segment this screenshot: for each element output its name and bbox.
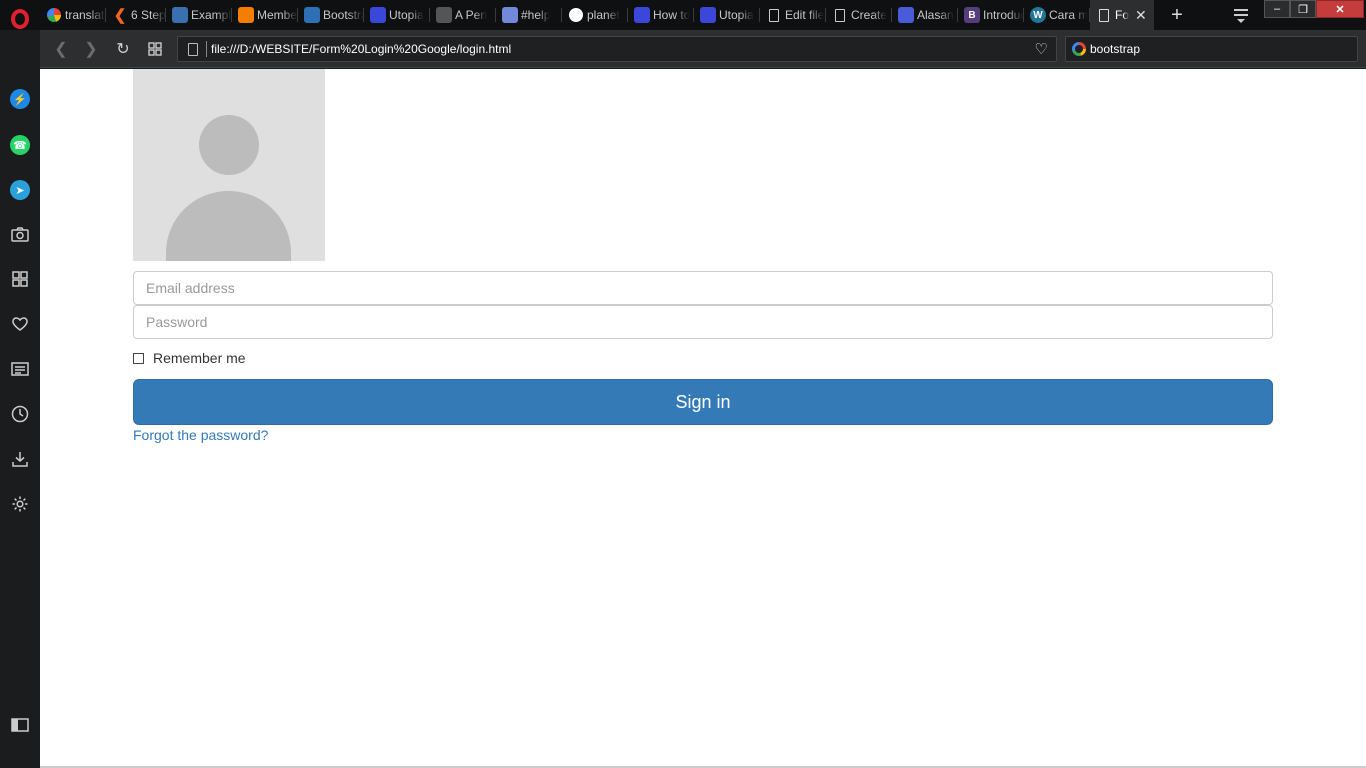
tab-label: Utopia [719,8,754,22]
tab-label: planet [587,8,620,22]
email-field[interactable] [133,271,1273,305]
new-tab-button[interactable]: + [1168,5,1186,25]
tab-menu-icon[interactable] [1234,9,1248,23]
cursor-caret [206,41,207,57]
close-window-button[interactable]: ✕ [1316,0,1364,18]
minimize-button[interactable]: – [1264,0,1290,18]
tab-label: Cara m [1049,8,1089,22]
telegram-icon[interactable]: ➤ [9,179,31,201]
address-toolbar: ❮ ❯ ↻ file:///D:/WEBSITE/Form%20Login%20… [40,30,1366,68]
google-icon [1072,42,1086,56]
tab-4[interactable]: Bootstrap [298,0,364,30]
bootstrap-b-icon: B [964,7,980,23]
codepen-icon [436,7,452,23]
utopia-icon [370,7,386,23]
messenger-icon[interactable]: ⚡ [9,88,31,110]
reload-button[interactable]: ↻ [112,38,134,60]
tab-label: Fo [1115,8,1130,22]
opera-menu-button[interactable] [0,0,40,38]
whatsapp-icon[interactable]: ☎ [9,134,31,156]
heart-icon[interactable] [9,313,31,335]
sidebar-toggle-icon[interactable] [9,714,31,736]
tab-10[interactable]: Utopia [694,0,760,30]
utopia-icon [700,7,716,23]
news-icon[interactable] [9,358,31,380]
page-icon [832,7,848,23]
forgot-password-link[interactable]: Forgot the password? [133,427,268,443]
tab-3[interactable]: Member [232,0,298,30]
tab-label: Bootstrap [323,8,364,22]
tab-8[interactable]: planet [562,0,628,30]
tab-label: Example [191,8,232,22]
address-bar[interactable]: file:///D:/WEBSITE/Form%20Login%20Google… [177,36,1057,62]
back-button[interactable]: ❮ [50,38,72,60]
tab-label: #help [521,8,551,22]
tab-strip: translate ❮ 6 Steps Example Member Bootstrap U… [0,0,1366,30]
tab-label: Edit file [785,8,825,22]
tab-15[interactable]: W Cara m [1024,0,1090,30]
tab-5[interactable]: Utopia [364,0,430,30]
sidebar: ⚡ ☎ ➤ [0,38,40,768]
remember-checkbox[interactable] [133,352,144,364]
blogger-icon [238,7,254,23]
tab-11[interactable]: Edit file [760,0,826,30]
remember-me[interactable]: Remember me [133,350,246,366]
tab-12[interactable]: Create [826,0,892,30]
password-field[interactable] [133,305,1273,339]
tab-label: 6 Steps [131,8,166,22]
tab-2[interactable]: Example [166,0,232,30]
tab-label: Member [257,8,298,22]
close-tab-icon[interactable]: ✕ [1135,7,1149,24]
tab-label: Create [851,8,888,22]
tab-7[interactable]: #help [496,0,562,30]
history-icon[interactable] [9,403,31,425]
page-icon [766,7,782,23]
window-controls: – ❐ ✕ [1264,0,1364,18]
camera-icon[interactable] [9,223,31,245]
tab-label: How to [653,8,691,22]
tab-active[interactable]: Fo ✕ [1090,0,1154,30]
tab-0[interactable]: translate [40,0,106,30]
sign-in-button[interactable]: Sign in [133,379,1273,425]
github-icon [568,7,584,23]
search-query[interactable]: bootstrap [1090,42,1140,56]
tab-13[interactable]: Alasan [892,0,958,30]
search-box[interactable]: bootstrap [1065,36,1358,62]
avatar-head [199,115,259,175]
bookmark-heart-icon[interactable]: ♡ [1035,40,1048,58]
utopia-icon [634,7,650,23]
speed-dial-button[interactable] [144,38,166,60]
speed-dial-icon[interactable] [9,268,31,290]
remember-label: Remember me [153,350,246,366]
trophy-icon [898,7,914,23]
chart-favicon-icon [172,7,188,23]
tab-label: translate [65,8,106,22]
page-icon [188,42,198,56]
web-page: Remember me Sign in Forgot the password? [40,69,1366,766]
settings-icon[interactable] [9,493,31,515]
address-url[interactable]: file:///D:/WEBSITE/Form%20Login%20Google… [211,42,1035,56]
tabs-container: translate ❮ 6 Steps Example Member Bootstrap U… [40,0,1154,30]
opera-logo-icon [11,9,29,29]
google-icon [46,7,62,23]
grid-icon [148,42,162,56]
avatar-body [166,191,291,261]
tab-6[interactable]: A Pen [430,0,496,30]
restore-button[interactable]: ❐ [1290,0,1316,18]
forward-button[interactable]: ❯ [80,38,102,60]
discord-icon [502,7,518,23]
tab-14[interactable]: BIntroduction [958,0,1024,30]
avatar-placeholder [133,69,325,261]
tab-9[interactable]: How to [628,0,694,30]
tab-label: Alasan [917,8,954,22]
download-icon[interactable] [9,448,31,470]
tab-1[interactable]: ❮ 6 Steps [106,0,166,30]
page-icon [1096,7,1112,23]
tab-label: A Pen [455,8,488,22]
wordpress-icon: W [1030,7,1046,23]
chevron-left-icon: ❮ [113,7,127,24]
tab-label: Introduction [983,8,1024,22]
bootstrap-icon [304,7,320,23]
tab-label: Utopia [389,8,424,22]
